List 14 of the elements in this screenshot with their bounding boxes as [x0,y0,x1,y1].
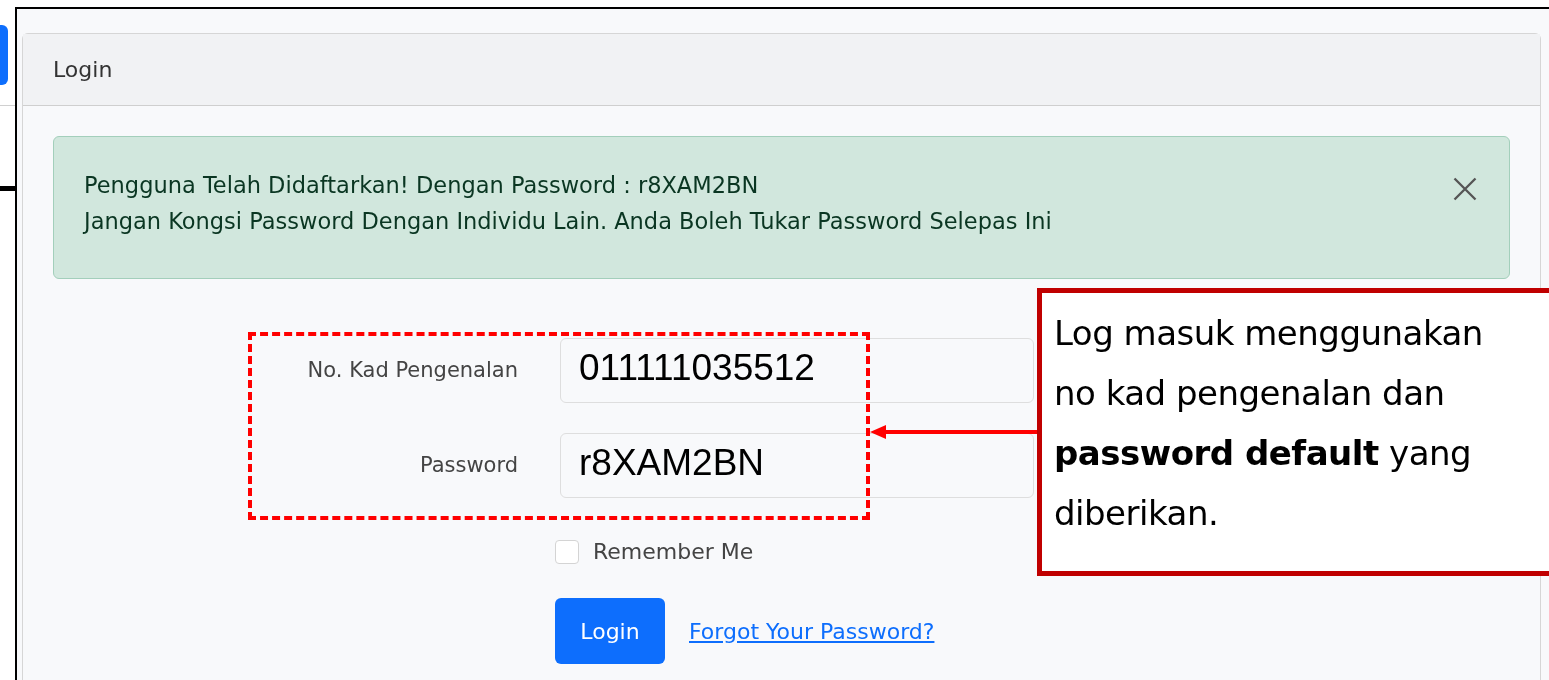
card-title: Login [53,56,113,84]
forgot-password-link[interactable]: Forgot Your Password? [689,614,935,648]
field-label: No. Kad Pengenalan [307,356,518,384]
input-field[interactable]: 011111035512 [560,338,1034,403]
close-icon[interactable] [1451,175,1479,203]
alert-message: Jangan Kongsi Password Dengan Individu Lain. Anda Boleh Tukar Password Selepas Ini [84,207,1052,235]
input-field[interactable]: r8XAM2BN [560,433,1034,498]
alert-message: Pengguna Telah Didaftarkan! Dengan Password : r8XAM2BN [84,171,759,199]
remember-checkbox[interactable] [555,539,579,564]
background-window [0,25,8,85]
login-button[interactable]: Login [555,598,665,664]
field-label: Password [419,451,518,479]
checkbox-label: Remember Me [593,538,754,566]
callout-text: Log masuk menggunakan no kad pengenalan dan password default yang diberikan. [1054,312,1484,535]
